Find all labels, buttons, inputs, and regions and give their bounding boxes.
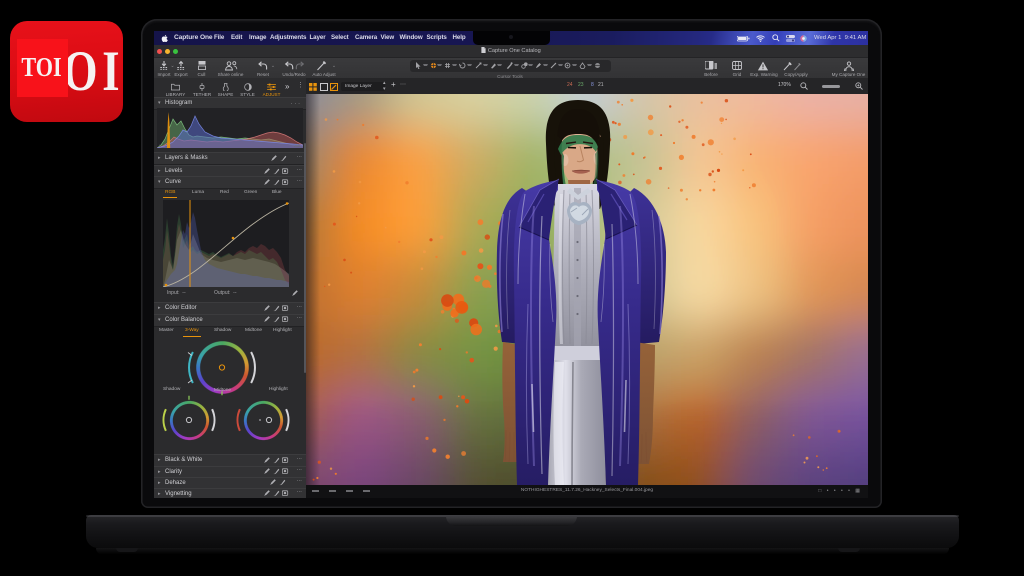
svg-text:Midtone: Midtone (214, 387, 231, 393)
svg-text:255: 255 (294, 144, 300, 148)
svg-text:0: 0 (159, 144, 161, 148)
svg-text:Shadow: Shadow (163, 386, 181, 392)
svg-text:Highlight: Highlight (269, 386, 288, 392)
